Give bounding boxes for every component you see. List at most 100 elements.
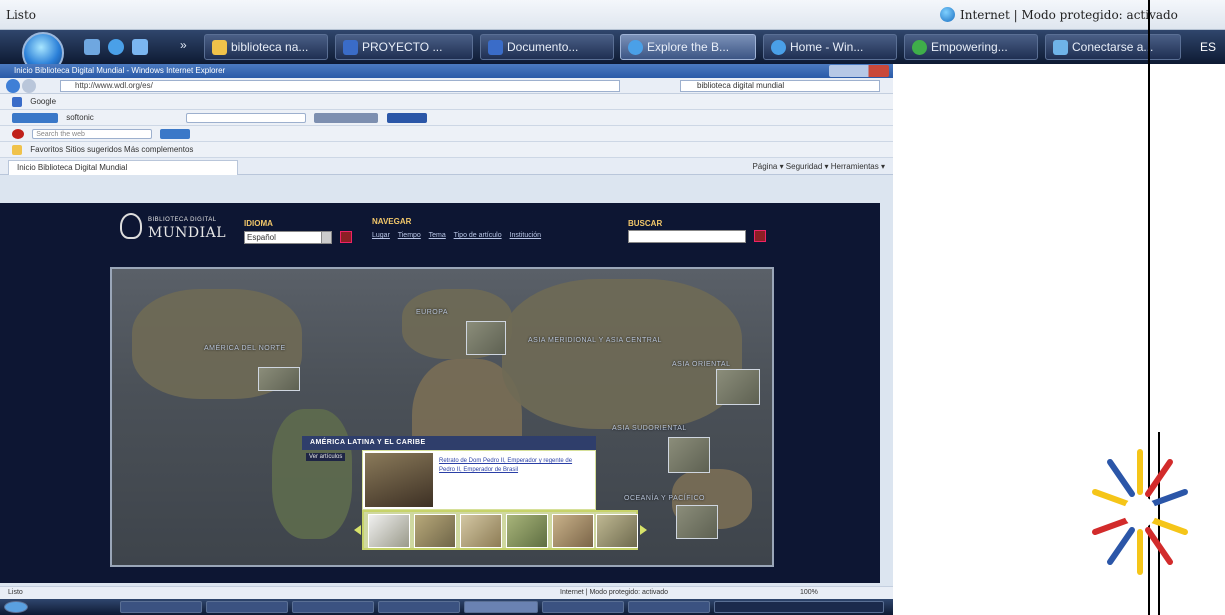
taskbar: » biblioteca na... PROYECTO ... Document… [0, 30, 1225, 74]
inner-taskbar-btn [628, 601, 710, 613]
region-south-asia[interactable]: ASIA MERIDIONAL Y ASIA CENTRAL [528, 337, 662, 344]
links-bar: Google [0, 94, 893, 110]
ver-articulos-link[interactable]: Ver artículos [306, 453, 346, 461]
nav-link-tipo[interactable]: Tipo de artículo [454, 232, 502, 239]
top-status-bar: Listo Internet | Modo protegido: activad… [0, 0, 1225, 30]
region-north-america[interactable]: AMÉRICA DEL NORTE [204, 345, 286, 352]
taskbar-btn-documento[interactable]: Documento... [480, 34, 614, 60]
search-box[interactable]: biblioteca digital mundial [680, 80, 880, 92]
language-indicator[interactable]: ES [1200, 40, 1216, 54]
thumbnail-strip [362, 510, 638, 550]
strip-next-arrow-icon[interactable] [640, 525, 647, 535]
thumbnail-1[interactable] [368, 514, 410, 548]
window-controls[interactable] [829, 65, 889, 77]
nav-link-lugar[interactable]: Lugar [372, 232, 390, 239]
nav-link-tema[interactable]: Tema [429, 232, 446, 239]
address-bar[interactable]: http://www.wdl.org/es/ [60, 80, 620, 92]
taskbar-btn-proyecto[interactable]: PROYECTO ... [335, 34, 473, 60]
inner-taskbar-btn [292, 601, 374, 613]
nav-link-tiempo[interactable]: Tiempo [398, 232, 421, 239]
ie-title-bar: Inicio Biblioteca Digital Mundial - Wind… [0, 64, 893, 78]
thumb-north-america[interactable] [258, 367, 300, 391]
yahoo-search-button[interactable] [160, 128, 191, 139]
buscar-go-button[interactable] [754, 230, 766, 242]
bicentenario-emblem-icon [1092, 449, 1188, 575]
buscar-input[interactable] [628, 230, 746, 243]
thumbnail-5[interactable] [552, 514, 594, 548]
taskbar-btn-empowering[interactable]: Empowering... [904, 34, 1038, 60]
region-east-asia[interactable]: ASIA ORIENTAL [672, 361, 731, 368]
idioma-select[interactable]: Español [244, 231, 332, 244]
latin-america-header[interactable]: AMÉRICA LATINA Y EL CARIBE [302, 436, 596, 450]
thumb-europe[interactable] [466, 321, 506, 355]
navegar-label: NAVEGAR [372, 217, 412, 226]
favorites-bar: Favoritos Sitios sugeridos Más complemen… [0, 142, 893, 158]
thumb-oceania[interactable] [676, 505, 718, 539]
taskbar-btn-home[interactable]: Home - Win... [763, 34, 897, 60]
featured-portrait [365, 453, 433, 507]
word-icon [343, 40, 358, 55]
asia-land [502, 279, 742, 429]
inner-taskbar-btn [120, 601, 202, 613]
region-southeast-asia[interactable]: ASIA SUDORIENTAL [612, 425, 687, 432]
region-europe[interactable]: EUROPA [416, 309, 448, 316]
softonic-logo [12, 112, 58, 123]
buscar-label: BUSCAR [628, 219, 663, 228]
show-desktop-icon[interactable] [84, 39, 100, 55]
taskbar-btn-conectarse[interactable]: Conectarse a... [1045, 34, 1181, 60]
word-icon [488, 40, 503, 55]
bicentenario-logo [1080, 432, 1200, 612]
thumbnail-4[interactable] [506, 514, 548, 548]
folder-icon [212, 40, 227, 55]
softonic-toolbar: softonic [0, 110, 893, 126]
toolbar-buttons[interactable] [314, 112, 379, 123]
tab-wdl[interactable]: Inicio Biblioteca Digital Mundial [8, 160, 238, 175]
google-icon [12, 96, 22, 107]
thumbnail-2[interactable] [414, 514, 456, 548]
security-zone-text: Internet | Modo protegido: activado [960, 8, 1178, 22]
inner-taskbar-btn [378, 601, 460, 613]
command-bar[interactable]: Página ▾ Seguridad ▾ Herramientas ▾ [752, 161, 885, 172]
back-icon[interactable] [6, 79, 20, 93]
zoom-level[interactable]: 100% [800, 587, 818, 599]
softonic-search[interactable] [186, 112, 307, 123]
network-icon [1053, 40, 1068, 55]
inner-taskbar-btn [542, 601, 624, 613]
embedded-screenshot: Inicio Biblioteca Digital Mundial - Wind… [0, 64, 893, 615]
strip-prev-arrow-icon[interactable] [354, 525, 361, 535]
nav-link-institucion[interactable]: Institución [510, 232, 542, 239]
yahoo-toolbar: Search the web [0, 126, 893, 142]
tab-bar: Inicio Biblioteca Digital Mundial Página… [0, 158, 893, 175]
thumb-southeast-asia[interactable] [668, 437, 710, 473]
nav-links: Lugar Tiempo Tema Tipo de artículo Insti… [372, 232, 547, 239]
status-text: Listo [6, 8, 37, 22]
ie-icon [912, 40, 927, 55]
inner-taskbar-btn-active [464, 601, 538, 613]
ie-address-row: http://www.wdl.org/es/ biblioteca digita… [0, 78, 893, 94]
switch-windows-icon[interactable] [132, 39, 148, 55]
forward-icon[interactable] [22, 79, 36, 93]
ie-quicklaunch-icon[interactable] [108, 39, 124, 55]
taskbar-btn-explore[interactable]: Explore the B... [620, 34, 756, 60]
yahoo-search-input[interactable]: Search the web [32, 128, 153, 139]
thumb-east-asia[interactable] [716, 369, 760, 405]
toolbar-buttons-2[interactable] [386, 112, 427, 123]
featured-item-card[interactable]: Retrato de Dom Pedro II, Emperador y reg… [362, 450, 596, 510]
south-america-land [272, 409, 352, 539]
thumbnail-6[interactable] [596, 514, 638, 548]
inner-taskbar [0, 599, 893, 615]
taskbar-btn-biblioteca[interactable]: biblioteca na... [204, 34, 328, 60]
inner-tray [714, 601, 884, 613]
idioma-go-button[interactable] [340, 231, 352, 243]
chevron-icon[interactable]: » [180, 38, 187, 52]
region-oceania[interactable]: OCEANÍA Y PACÍFICO [624, 495, 705, 502]
ie-icon [628, 40, 643, 55]
featured-caption[interactable]: Retrato de Dom Pedro II, Emperador y reg… [439, 457, 589, 475]
seal-icon [120, 213, 142, 239]
chevron-down-icon [321, 232, 331, 243]
thumbnail-3[interactable] [460, 514, 502, 548]
wdl-page: BIBLIOTECA DIGITAL MUNDIAL IDIOMA Españo… [0, 203, 880, 583]
star-icon [12, 144, 22, 155]
ie-status-bar: Listo Internet | Modo protegido: activad… [0, 586, 893, 599]
ie-icon [771, 40, 786, 55]
